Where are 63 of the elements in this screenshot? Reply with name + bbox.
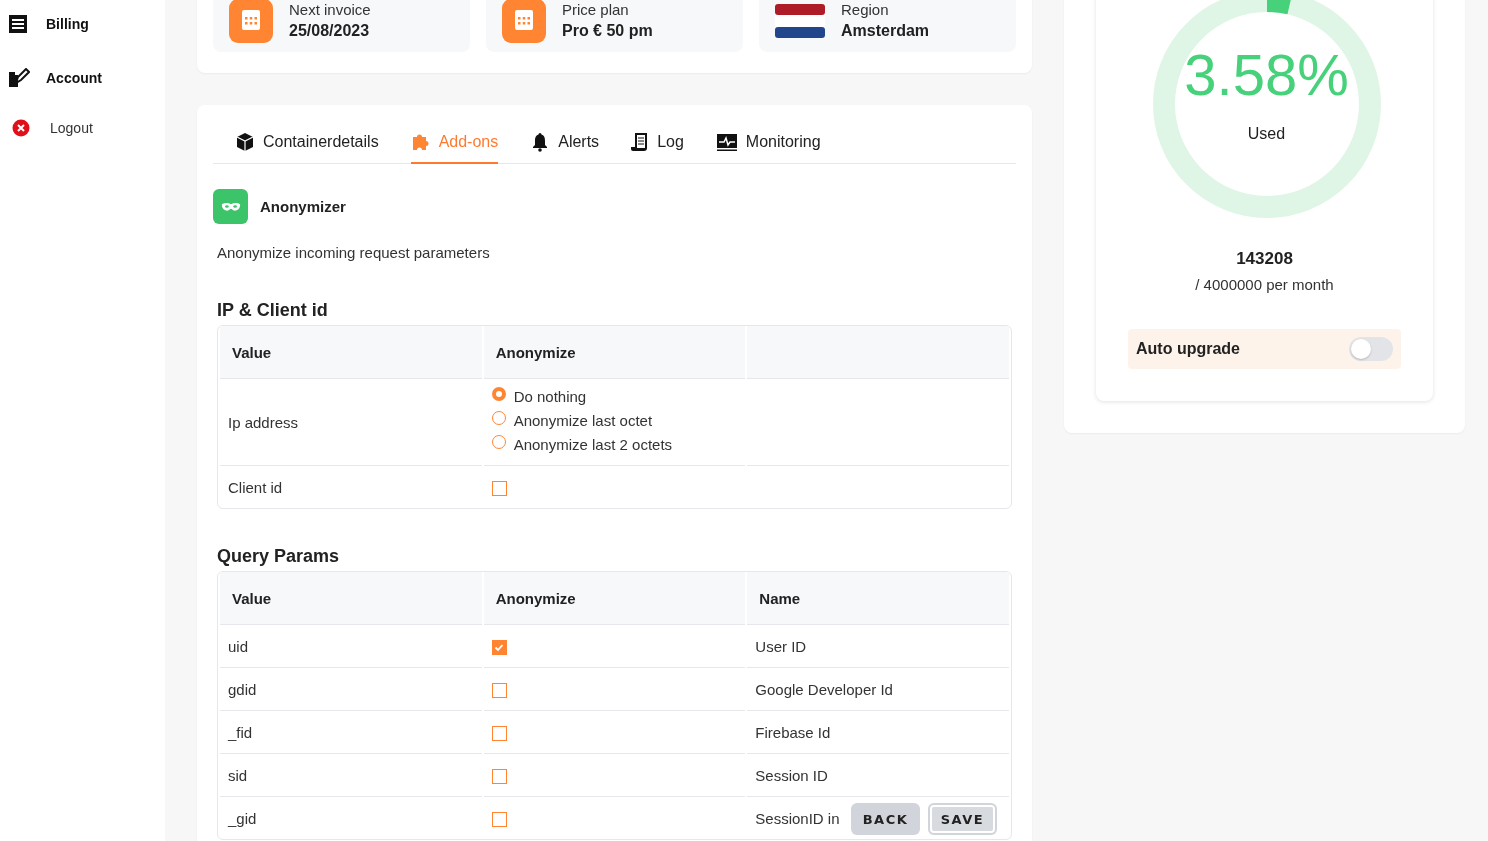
- option-label: Do nothing: [513, 387, 587, 407]
- sidebar-item[interactable]: Billing: [0, 6, 165, 42]
- sidebar-item[interactable]: Account: [0, 60, 165, 96]
- table-cell-text: Client id: [227, 477, 284, 498]
- table-cell-text: _gid: [226, 808, 258, 829]
- usage-caption: Used: [1247, 125, 1286, 143]
- stat-value: 25/08/2023: [289, 21, 371, 41]
- table-cell: Firebase Id: [755, 723, 831, 741]
- table-cell: uid: [220, 625, 482, 668]
- section-title: Query Params: [217, 545, 341, 567]
- table-cell: Ip address: [220, 379, 482, 466]
- tab[interactable]: Log: [631, 121, 684, 164]
- sidebar-item[interactable]: Logout: [0, 110, 165, 146]
- stat-value: Amsterdam: [841, 21, 930, 41]
- usage-limit: / 4000000 per month: [1195, 275, 1334, 295]
- table-cell: sid: [220, 754, 482, 797]
- radio-option[interactable]: Anonymize last octet: [491, 409, 738, 433]
- cube-icon: [235, 131, 255, 152]
- flag-icon: [775, 4, 825, 38]
- usage-count: 143208: [1236, 248, 1293, 270]
- radio-option[interactable]: Do nothing: [491, 385, 738, 409]
- tab[interactable]: Monitoring: [715, 121, 821, 164]
- mask-icon: [213, 189, 248, 224]
- checkbox[interactable]: [491, 811, 507, 827]
- addon-description: Anonymize incoming request parameters: [217, 243, 491, 263]
- addon-title: Anonymizer: [260, 198, 346, 215]
- checkbox[interactable]: [491, 725, 507, 741]
- stat-value: Pro € 50 pm: [562, 21, 653, 41]
- option-label: Anonymize last 2 octets: [513, 435, 673, 455]
- action-button[interactable]: BACK: [851, 803, 920, 835]
- column-header: Anonymize: [483, 572, 746, 625]
- checkbox[interactable]: [491, 639, 507, 655]
- table-cell: _fid: [220, 711, 482, 754]
- pen-icon: [8, 68, 30, 88]
- tab[interactable]: Alerts: [530, 121, 600, 164]
- column-header: Value: [220, 572, 482, 625]
- column-header: Anonymize: [483, 326, 746, 379]
- usage-percent: 3.58%: [1184, 43, 1349, 107]
- table-cell: gdid: [220, 668, 482, 711]
- table-cell: Session ID: [755, 766, 828, 784]
- table-cell: SessionID in: [755, 809, 840, 827]
- option-label: Anonymize last octet: [513, 411, 653, 431]
- action-button[interactable]: SAVE: [928, 803, 997, 835]
- checkbox[interactable]: [491, 480, 507, 496]
- column-header: Value: [220, 326, 482, 379]
- close-icon: [12, 119, 30, 137]
- radio-option[interactable]: Anonymize last 2 octets: [491, 433, 738, 457]
- document-icon: [631, 131, 650, 152]
- auto-upgrade-label: Auto upgrade: [1136, 340, 1240, 358]
- checkbox[interactable]: [491, 682, 507, 698]
- chart-icon: [715, 131, 738, 152]
- column-header: Name: [747, 572, 1009, 625]
- section-title: IP & Client id: [217, 299, 329, 321]
- stat-label: Price plan: [562, 0, 630, 20]
- auto-upgrade-toggle[interactable]: [1349, 337, 1393, 361]
- table-cell: Google Developer Id: [755, 680, 893, 698]
- list-icon: [8, 14, 28, 34]
- tab[interactable]: Containerdetails: [235, 121, 379, 164]
- table-cell: User ID: [755, 637, 807, 655]
- stat-label: Region: [841, 0, 890, 20]
- radio-button[interactable]: [491, 387, 506, 401]
- stat-label: Next invoice: [289, 0, 371, 20]
- checkbox[interactable]: [491, 768, 507, 784]
